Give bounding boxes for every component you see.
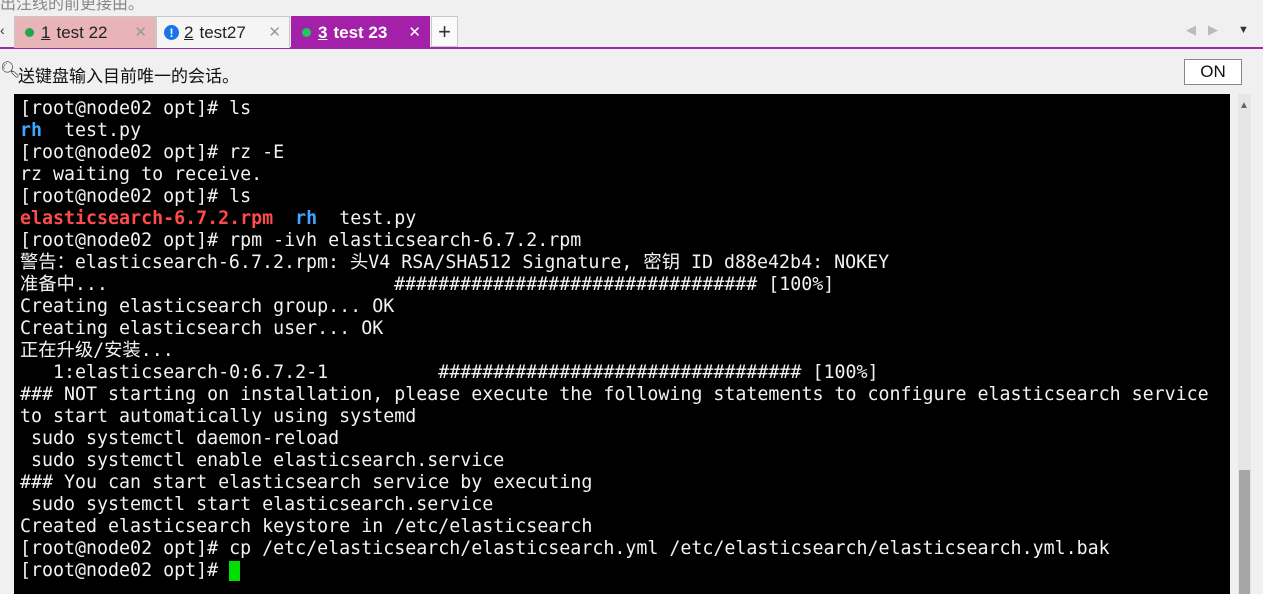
terminal-text: test.py: [42, 120, 142, 141]
tab-label: test27: [199, 22, 246, 42]
terminal-cursor: [229, 561, 241, 581]
terminal-text: 准备中... #################################…: [20, 274, 835, 295]
terminal-lines: [root@node02 opt]# ls rh test.py [root@nod…: [20, 98, 1209, 582]
terminal-line: [root@node02 opt]# ls: [20, 98, 1209, 120]
terminal-line: Creating elasticsearch user... OK: [20, 318, 1209, 340]
terminal-output[interactable]: [root@node02 opt]# ls rh test.py [root@nod…: [14, 94, 1230, 594]
close-icon[interactable]: ✕: [408, 23, 421, 41]
terminal-line: ### NOT starting on installation, please…: [20, 384, 1209, 406]
scrollbar-thumb[interactable]: [1239, 470, 1250, 594]
terminal-text: [root@node02 opt]# ls: [20, 186, 252, 207]
tab-number: 2: [184, 22, 194, 42]
tab-number: 1: [41, 22, 51, 42]
close-icon[interactable]: ✕: [134, 23, 147, 41]
terminal-line: rz waiting to receive.: [20, 164, 1209, 186]
session-connected-icon: [25, 28, 34, 37]
tab-number: 3: [318, 22, 328, 42]
session-connected-icon: [302, 28, 311, 37]
terminal-text: [root@node02 opt]# rpm -ivh elasticsearc…: [20, 230, 582, 251]
terminal-line: [root@node02 opt]# cp /etc/elasticsearch…: [20, 538, 1209, 560]
tab-label: test 22: [56, 22, 108, 42]
tab-test27[interactable]: ! 2 test27 ✕: [156, 16, 290, 48]
terminal-line: sudo systemctl daemon-reload: [20, 428, 1209, 450]
terminal-text: [root@node02 opt]#: [20, 560, 230, 581]
terminal-text: Created elasticsearch keystore in /etc/e…: [20, 516, 593, 537]
tab-label: test 23: [333, 22, 388, 42]
scroll-up-icon[interactable]: ▲: [1239, 100, 1249, 111]
terminal-text: rh: [20, 120, 43, 141]
terminal-line: 准备中... #################################…: [20, 274, 1209, 296]
terminal-text: sudo systemctl start elasticsearch.servi…: [20, 494, 494, 515]
close-icon[interactable]: ✕: [268, 23, 281, 41]
terminal-text: [root@node02 opt]# cp /etc/elasticsearch…: [20, 538, 1110, 559]
terminal-text: test.py: [317, 208, 417, 229]
top-strip: 出注线的前更接由。: [0, 0, 1263, 14]
info-bar-message: 送键盘输入目前唯一的会话。: [18, 67, 239, 86]
terminal-line: sudo systemctl start elasticsearch.servi…: [20, 494, 1209, 516]
terminal-text: elasticsearch-6.7.2.rpm: [20, 208, 274, 229]
tab-list-dropdown-icon[interactable]: ▼: [1238, 24, 1249, 36]
terminal-text: ### NOT starting on installation, please…: [20, 384, 1209, 405]
on-toggle-button[interactable]: ON: [1184, 59, 1242, 85]
terminal-text: ### You can start elasticsearch service …: [20, 472, 593, 493]
terminal-line: ### You can start elasticsearch service …: [20, 472, 1209, 494]
terminal-text: 警告：elasticsearch-6.7.2.rpm: 头V4 RSA/SHA5…: [20, 252, 890, 273]
terminal-text: Creating elasticsearch group... OK: [20, 296, 395, 317]
terminal-text: rz waiting to receive.: [20, 164, 263, 185]
new-tab-button[interactable]: +: [431, 16, 458, 47]
chevron-right-icon[interactable]: ▶: [1208, 22, 1218, 38]
terminal-line: [root@node02 opt]#: [20, 560, 1209, 582]
terminal-line: [root@node02 opt]# ls: [20, 186, 1209, 208]
terminal-line: 警告：elasticsearch-6.7.2.rpm: 头V4 RSA/SHA5…: [20, 252, 1209, 274]
terminal-line: Creating elasticsearch group... OK: [20, 296, 1209, 318]
terminal-text: sudo systemctl daemon-reload: [20, 428, 340, 449]
terminal-text: sudo systemctl enable elasticsearch.serv…: [20, 450, 505, 471]
terminal-line: [root@node02 opt]# rz -E: [20, 142, 1209, 164]
tab-test-22[interactable]: 1 test 22 ✕: [14, 16, 156, 48]
terminal-text: [root@node02 opt]# rz -E: [20, 142, 285, 163]
info-icon: !: [164, 25, 179, 40]
tab-test-23[interactable]: 3 test 23 ✕: [291, 16, 430, 48]
tab-scroll-left-icon[interactable]: ‹: [0, 22, 5, 38]
top-strip-text: 出注线的前更接由。: [0, 0, 145, 13]
terminal-text: 正在升级/安装...: [20, 340, 174, 361]
terminal-line: sudo systemctl enable elasticsearch.serv…: [20, 450, 1209, 472]
terminal-line: 1:elasticsearch-0:6.7.2-1 ##############…: [20, 362, 1209, 384]
broadcast-info-bar: 🔍︎ 送键盘输入目前唯一的会话。: [0, 50, 1263, 94]
terminal-line: elasticsearch-6.7.2.rpm rh test.py: [20, 208, 1209, 230]
terminal-line: rh test.py: [20, 120, 1209, 142]
terminal-text: Creating elasticsearch user... OK: [20, 318, 384, 339]
terminal-text: to start automatically using systemd: [20, 406, 417, 427]
terminal-line: to start automatically using systemd: [20, 406, 1209, 428]
terminal-text: 1:elasticsearch-0:6.7.2-1 ##############…: [20, 362, 879, 383]
terminal-line: Created elasticsearch keystore in /etc/e…: [20, 516, 1209, 538]
chevron-left-icon[interactable]: ◀: [1186, 22, 1196, 38]
terminal-line: [root@node02 opt]# rpm -ivh elasticsearc…: [20, 230, 1209, 252]
terminal-line: 正在升级/安装...: [20, 340, 1209, 362]
terminal-text: [root@node02 opt]# ls: [20, 98, 252, 119]
terminal-text: rh: [295, 208, 318, 229]
